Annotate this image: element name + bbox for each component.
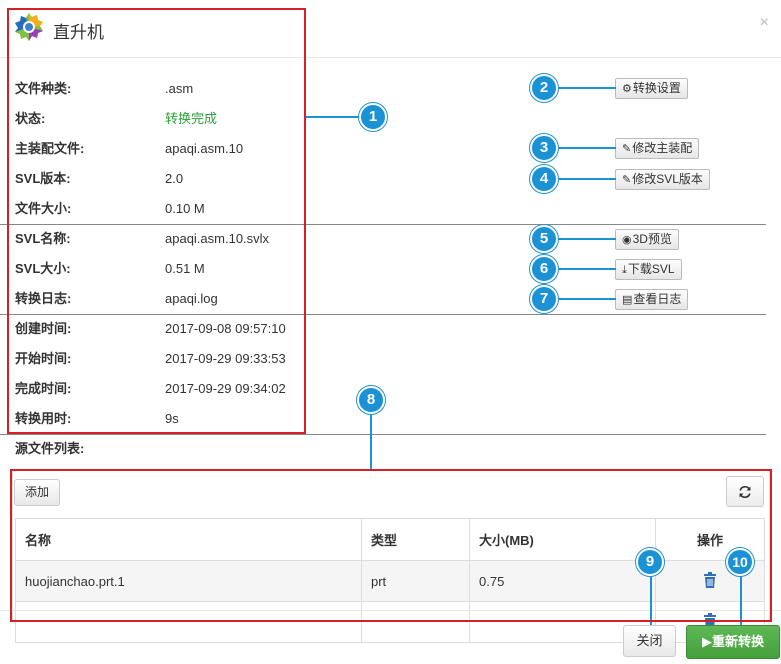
column-header-type[interactable]: 类型 [361, 518, 470, 561]
eye-icon: ◉ [622, 234, 632, 246]
info-label: 状态: [15, 111, 46, 126]
gear-icon: ⚙ [622, 83, 632, 95]
annotation-badge-4: 4 [530, 165, 558, 193]
reconvert-label: 重新转换 [711, 634, 764, 649]
annotation-line-9 [650, 575, 652, 625]
info-label: 文件种类: [15, 81, 72, 96]
info-value: 9s [165, 411, 179, 426]
info-label: SVL大小: [15, 261, 71, 276]
annotation-line-2 [556, 87, 616, 89]
modify-svl-version-button[interactable]: ✎修改SVL版本 [615, 169, 710, 190]
info-label: 主装配文件: [15, 141, 85, 156]
info-label: 文件大小: [15, 201, 72, 216]
info-value: .asm [165, 81, 194, 96]
info-row-duration: 转换用时: 9s [15, 404, 315, 434]
dialog-header: 直升机 × [0, 0, 781, 58]
info-label: 转换日志: [15, 291, 72, 306]
view-log-label: 查看日志 [633, 292, 682, 306]
close-button[interactable]: 关闭 [623, 625, 676, 657]
annotation-badge-3: 3 [530, 134, 558, 162]
info-value: 2017-09-08 09:57:10 [165, 321, 286, 336]
info-row-started: 开始时间: 2017-09-29 09:33:53 [15, 344, 315, 374]
annotation-badge-6: 6 [530, 255, 558, 283]
edit-icon: ✎ [622, 174, 632, 186]
info-label: 创建时间: [15, 321, 72, 336]
info-row-svl-name: SVL名称: apaqi.asm.10.svlx [15, 224, 315, 254]
info-row-file-size: 文件大小: 0.10 M [15, 194, 315, 224]
modify-svl-version-label: 修改SVL版本 [632, 172, 703, 186]
annotation-badge-1: 1 [359, 103, 387, 131]
info-value: 2017-09-29 09:33:53 [165, 351, 286, 366]
file-name-cell: huojianchao.prt.1 [15, 560, 362, 602]
annotation-badge-7: 7 [530, 285, 558, 313]
annotation-badge-5: 5 [530, 225, 558, 253]
info-value: 2017-09-29 09:34:02 [165, 381, 286, 396]
info-row-finished: 完成时间: 2017-09-29 09:34:02 [15, 374, 315, 404]
info-row-svl-size: SVL大小: 0.51 M [15, 254, 315, 284]
add-file-button[interactable]: 添加 [14, 479, 60, 506]
info-row-created: 创建时间: 2017-09-08 09:57:10 [15, 314, 315, 344]
annotation-line-6 [556, 268, 616, 270]
info-value: apaqi.asm.10.svlx [165, 231, 270, 246]
info-row-svl-version: SVL版本: 2.0 [15, 164, 315, 194]
info-label: SVL名称: [15, 231, 71, 246]
convert-settings-button[interactable]: ⚙转换设置 [615, 78, 688, 99]
column-header-name[interactable]: 名称 [15, 518, 362, 561]
annotation-line-1 [306, 116, 362, 118]
annotation-badge-2: 2 [530, 74, 558, 102]
preview-3d-label: 3D预览 [632, 232, 672, 246]
close-icon[interactable]: × [760, 14, 769, 32]
preview-3d-button[interactable]: ◉3D预览 [615, 229, 679, 250]
view-log-button[interactable]: ▤查看日志 [615, 289, 689, 310]
annotation-badge-8: 8 [357, 386, 385, 414]
modify-main-assembly-button[interactable]: ✎修改主装配 [615, 138, 700, 159]
download-svl-button[interactable]: ⤓下载SVL [615, 259, 682, 280]
source-list-heading: 源文件列表: [15, 434, 315, 464]
info-label: 开始时间: [15, 351, 72, 366]
info-label: SVL版本: [15, 171, 71, 186]
annotation-line-4 [556, 178, 616, 180]
convert-settings-label: 转换设置 [632, 81, 681, 95]
edit-icon: ✎ [622, 143, 632, 155]
column-header-size[interactable]: 大小(MB) [469, 518, 656, 561]
info-value: 2.0 [165, 171, 184, 186]
info-row-status: 状态: 转换完成 [15, 104, 315, 134]
download-svl-label: 下载SVL [627, 262, 675, 276]
info-value: apaqi.log [165, 291, 218, 306]
info-value: 0.10 M [165, 201, 205, 216]
file-type-cell: prt [361, 560, 470, 602]
play-icon: ▶ [701, 634, 712, 649]
info-label: 完成时间: [15, 381, 72, 396]
source-list-label: 源文件列表: [15, 441, 85, 456]
annotation-badge-9: 9 [636, 548, 664, 576]
gear-logo-icon [15, 13, 43, 41]
info-label: 转换用时: [15, 411, 72, 426]
annotation-line-10 [740, 575, 742, 625]
download-icon: ⤓ [622, 264, 627, 276]
reconvert-button[interactable]: ▶重新转换 [686, 625, 780, 659]
annotation-line-3 [556, 147, 616, 149]
refresh-icon [739, 485, 751, 499]
status-value: 转换完成 [165, 111, 218, 126]
info-row-file-type: 文件种类: .asm [15, 74, 315, 104]
document-icon: ▤ [622, 294, 633, 306]
info-row-convert-log: 转换日志: apaqi.log [15, 284, 315, 314]
dialog-title: 直升机 [53, 23, 104, 42]
annotation-line-7 [556, 298, 616, 300]
annotation-badge-10: 10 [726, 548, 754, 576]
info-value: apaqi.asm.10 [165, 141, 244, 156]
annotation-line-8 [370, 414, 372, 470]
file-size-cell: 0.75 [469, 560, 656, 602]
modify-main-assembly-label: 修改主装配 [632, 141, 693, 155]
refresh-button[interactable] [726, 476, 764, 507]
info-value: 0.51 M [165, 261, 205, 276]
info-row-main-assembly: 主装配文件: apaqi.asm.10 [15, 134, 315, 164]
annotation-line-5 [556, 238, 616, 240]
trash-icon[interactable] [703, 571, 717, 588]
